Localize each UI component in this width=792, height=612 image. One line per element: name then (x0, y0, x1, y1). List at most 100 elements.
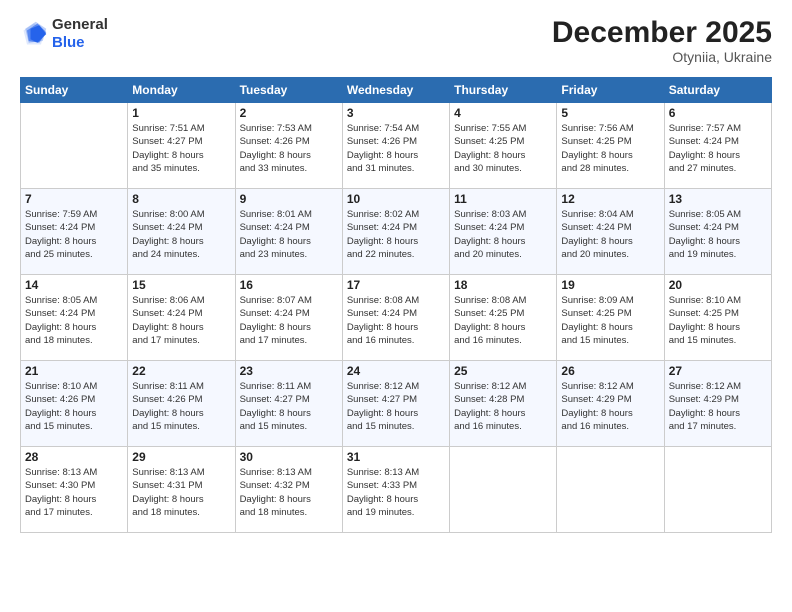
day-number: 28 (25, 450, 123, 464)
calendar-cell (21, 103, 128, 189)
calendar-cell: 25 Sunrise: 8:12 AM Sunset: 4:28 PM Dayli… (450, 361, 557, 447)
cell-info: Sunrise: 8:13 AM Sunset: 4:32 PM Dayligh… (240, 466, 338, 519)
day-number: 20 (669, 278, 767, 292)
cell-info: Sunrise: 8:13 AM Sunset: 4:30 PM Dayligh… (25, 466, 123, 519)
calendar-cell (450, 447, 557, 533)
calendar-cell (557, 447, 664, 533)
calendar-cell: 20 Sunrise: 8:10 AM Sunset: 4:25 PM Dayli… (664, 275, 771, 361)
cell-info: Sunrise: 8:01 AM Sunset: 4:24 PM Dayligh… (240, 208, 338, 261)
day-number: 9 (240, 192, 338, 206)
cell-info: Sunrise: 8:12 AM Sunset: 4:27 PM Dayligh… (347, 380, 445, 433)
title-block: December 2025 Otyniia, Ukraine (552, 16, 772, 65)
cell-info: Sunrise: 7:59 AM Sunset: 4:24 PM Dayligh… (25, 208, 123, 261)
calendar-cell: 2 Sunrise: 7:53 AM Sunset: 4:26 PM Daylig… (235, 103, 342, 189)
cell-info: Sunrise: 8:02 AM Sunset: 4:24 PM Dayligh… (347, 208, 445, 261)
day-number: 14 (25, 278, 123, 292)
calendar-cell: 6 Sunrise: 7:57 AM Sunset: 4:24 PM Daylig… (664, 103, 771, 189)
day-number: 29 (132, 450, 230, 464)
calendar-cell: 22 Sunrise: 8:11 AM Sunset: 4:26 PM Dayli… (128, 361, 235, 447)
calendar-cell: 8Sunrise: 8:00 AM Sunset: 4:24 PM Daylig… (128, 189, 235, 275)
day-number: 25 (454, 364, 552, 378)
cell-info: Sunrise: 8:10 AM Sunset: 4:26 PM Dayligh… (25, 380, 123, 433)
day-number: 27 (669, 364, 767, 378)
calendar-cell: 9 Sunrise: 8:01 AM Sunset: 4:24 PM Daylig… (235, 189, 342, 275)
cell-info: Sunrise: 8:05 AM Sunset: 4:24 PM Dayligh… (25, 294, 123, 347)
calendar-cell: 5 Sunrise: 7:56 AM Sunset: 4:25 PM Daylig… (557, 103, 664, 189)
calendar-cell: 15 Sunrise: 8:06 AM Sunset: 4:24 PM Dayli… (128, 275, 235, 361)
col-saturday: Saturday (664, 78, 771, 103)
calendar-cell: 29Sunrise: 8:13 AM Sunset: 4:31 PM Dayli… (128, 447, 235, 533)
week-row-2: 7 Sunrise: 7:59 AM Sunset: 4:24 PM Daylig… (21, 189, 772, 275)
day-number: 24 (347, 364, 445, 378)
day-number: 2 (240, 106, 338, 120)
calendar-cell: 1 Sunrise: 7:51 AM Sunset: 4:27 PM Daylig… (128, 103, 235, 189)
calendar-cell: 18 Sunrise: 8:08 AM Sunset: 4:25 PM Dayli… (450, 275, 557, 361)
cell-info: Sunrise: 8:07 AM Sunset: 4:24 PM Dayligh… (240, 294, 338, 347)
location: Otyniia, Ukraine (552, 49, 772, 65)
cell-info: Sunrise: 8:08 AM Sunset: 4:25 PM Dayligh… (454, 294, 552, 347)
page: General Blue December 2025 Otyniia, Ukra… (0, 0, 792, 612)
day-number: 23 (240, 364, 338, 378)
day-number: 5 (561, 106, 659, 120)
day-number: 10 (347, 192, 445, 206)
day-number: 1 (132, 106, 230, 120)
calendar-cell (664, 447, 771, 533)
cell-info: Sunrise: 8:03 AM Sunset: 4:24 PM Dayligh… (454, 208, 552, 261)
calendar-cell: 13 Sunrise: 8:05 AM Sunset: 4:24 PM Dayli… (664, 189, 771, 275)
calendar-cell: 11 Sunrise: 8:03 AM Sunset: 4:24 PM Dayli… (450, 189, 557, 275)
calendar-cell: 19Sunrise: 8:09 AM Sunset: 4:25 PM Dayli… (557, 275, 664, 361)
day-number: 4 (454, 106, 552, 120)
col-thursday: Thursday (450, 78, 557, 103)
cell-info: Sunrise: 8:10 AM Sunset: 4:25 PM Dayligh… (669, 294, 767, 347)
day-number: 13 (669, 192, 767, 206)
header-row: Sunday Monday Tuesday Wednesday Thursday… (21, 78, 772, 103)
logo-icon (20, 20, 48, 48)
cell-info: Sunrise: 8:05 AM Sunset: 4:24 PM Dayligh… (669, 208, 767, 261)
col-monday: Monday (128, 78, 235, 103)
day-number: 22 (132, 364, 230, 378)
calendar-cell: 24 Sunrise: 8:12 AM Sunset: 4:27 PM Dayli… (342, 361, 449, 447)
cell-info: Sunrise: 7:54 AM Sunset: 4:26 PM Dayligh… (347, 122, 445, 175)
cell-info: Sunrise: 7:57 AM Sunset: 4:24 PM Dayligh… (669, 122, 767, 175)
cell-info: Sunrise: 8:11 AM Sunset: 4:26 PM Dayligh… (132, 380, 230, 433)
month-year: December 2025 (552, 16, 772, 49)
week-row-4: 21 Sunrise: 8:10 AM Sunset: 4:26 PM Dayli… (21, 361, 772, 447)
cell-info: Sunrise: 7:51 AM Sunset: 4:27 PM Dayligh… (132, 122, 230, 175)
col-wednesday: Wednesday (342, 78, 449, 103)
day-number: 15 (132, 278, 230, 292)
col-tuesday: Tuesday (235, 78, 342, 103)
day-number: 18 (454, 278, 552, 292)
calendar-cell: 30 Sunrise: 8:13 AM Sunset: 4:32 PM Dayli… (235, 447, 342, 533)
calendar-cell: 3 Sunrise: 7:54 AM Sunset: 4:26 PM Daylig… (342, 103, 449, 189)
week-row-1: 1 Sunrise: 7:51 AM Sunset: 4:27 PM Daylig… (21, 103, 772, 189)
cell-info: Sunrise: 8:04 AM Sunset: 4:24 PM Dayligh… (561, 208, 659, 261)
day-number: 12 (561, 192, 659, 206)
day-number: 26 (561, 364, 659, 378)
col-sunday: Sunday (21, 78, 128, 103)
calendar-cell: 31Sunrise: 8:13 AM Sunset: 4:33 PM Dayli… (342, 447, 449, 533)
cell-info: Sunrise: 8:12 AM Sunset: 4:28 PM Dayligh… (454, 380, 552, 433)
calendar-cell: 14 Sunrise: 8:05 AM Sunset: 4:24 PM Dayli… (21, 275, 128, 361)
day-number: 17 (347, 278, 445, 292)
cell-info: Sunrise: 8:12 AM Sunset: 4:29 PM Dayligh… (561, 380, 659, 433)
day-number: 30 (240, 450, 338, 464)
calendar-cell: 12 Sunrise: 8:04 AM Sunset: 4:24 PM Dayli… (557, 189, 664, 275)
cell-info: Sunrise: 7:53 AM Sunset: 4:26 PM Dayligh… (240, 122, 338, 175)
week-row-3: 14 Sunrise: 8:05 AM Sunset: 4:24 PM Dayli… (21, 275, 772, 361)
day-number: 7 (25, 192, 123, 206)
calendar-cell: 17Sunrise: 8:08 AM Sunset: 4:24 PM Dayli… (342, 275, 449, 361)
calendar-cell: 4Sunrise: 7:55 AM Sunset: 4:25 PM Daylig… (450, 103, 557, 189)
logo-text: General Blue (52, 16, 108, 52)
day-number: 6 (669, 106, 767, 120)
day-number: 21 (25, 364, 123, 378)
cell-info: Sunrise: 8:06 AM Sunset: 4:24 PM Dayligh… (132, 294, 230, 347)
cell-info: Sunrise: 8:09 AM Sunset: 4:25 PM Dayligh… (561, 294, 659, 347)
calendar-cell: 23Sunrise: 8:11 AM Sunset: 4:27 PM Dayli… (235, 361, 342, 447)
calendar-cell: 7 Sunrise: 7:59 AM Sunset: 4:24 PM Daylig… (21, 189, 128, 275)
calendar-cell: 26 Sunrise: 8:12 AM Sunset: 4:29 PM Dayli… (557, 361, 664, 447)
week-row-5: 28 Sunrise: 8:13 AM Sunset: 4:30 PM Dayli… (21, 447, 772, 533)
day-number: 11 (454, 192, 552, 206)
cell-info: Sunrise: 7:56 AM Sunset: 4:25 PM Dayligh… (561, 122, 659, 175)
calendar-table: Sunday Monday Tuesday Wednesday Thursday… (20, 77, 772, 533)
day-number: 3 (347, 106, 445, 120)
